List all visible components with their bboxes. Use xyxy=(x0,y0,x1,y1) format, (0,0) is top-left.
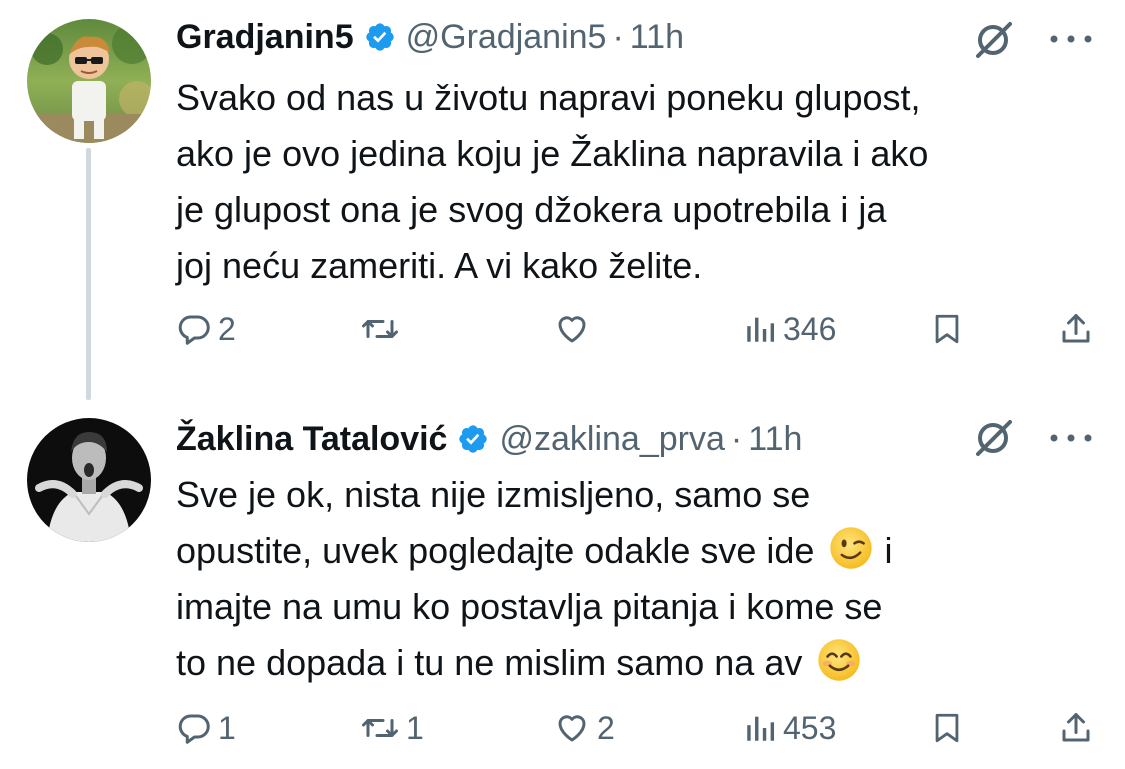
like-count: 2 xyxy=(597,709,615,746)
views-button[interactable]: 453 xyxy=(743,703,836,753)
bookmark-button[interactable] xyxy=(930,703,964,753)
verified-badge-icon xyxy=(365,23,394,51)
avatar-image xyxy=(27,418,151,542)
conversation-thread: Gradjanin5 @Gradjanin5 · 11h Svako od na… xyxy=(0,0,1125,769)
action-bar: 1 1 2 453 xyxy=(0,703,1125,753)
avatar-image xyxy=(27,19,151,143)
tweet-text: Sve je ok, nista nije izmisljeno, samo s… xyxy=(176,467,1096,691)
share-button[interactable] xyxy=(1058,703,1094,753)
avatar[interactable] xyxy=(27,418,151,542)
tweet-text-line: opustite, uvek pogledajte odakle sve ide… xyxy=(176,523,1096,579)
verified-badge-icon xyxy=(459,425,488,453)
repost-count: 1 xyxy=(406,709,424,746)
repost-button[interactable]: 1 xyxy=(360,703,424,753)
tweet-text-segment: opustite, uvek pogledajte odakle sve ide xyxy=(176,530,815,571)
author-handle[interactable]: @Gradjanin5 xyxy=(406,18,607,57)
tweet-text-line: joj neću zameriti. A vi kako želite. xyxy=(176,245,703,286)
tweet-text-line: je glupost ona je svog džokera upotrebil… xyxy=(176,189,887,230)
thread-connector xyxy=(86,148,91,400)
share-icon xyxy=(1062,314,1090,343)
smiling-face-emoji-icon xyxy=(818,639,861,681)
share-button[interactable] xyxy=(1058,304,1094,354)
separator-dot: · xyxy=(730,419,743,458)
reply-button[interactable]: 2 xyxy=(176,304,236,354)
views-icon xyxy=(747,317,775,342)
reply-icon xyxy=(178,714,210,744)
separator-dot: · xyxy=(612,17,624,56)
tweet-text-line: to ne dopada i tu ne mislim samo na av xyxy=(176,635,1096,691)
author-handle[interactable]: @zaklina_prva xyxy=(499,420,724,459)
bookmark-icon xyxy=(935,314,959,344)
action-bar: 2 346 xyxy=(0,304,1125,354)
more-icon[interactable] xyxy=(1047,431,1095,445)
like-icon xyxy=(558,316,586,343)
tweet-text-line: Svako od nas u životu napravi poneku glu… xyxy=(176,77,921,118)
share-icon xyxy=(1062,713,1090,742)
tweet-header: Gradjanin5 @Gradjanin5 · 11h xyxy=(176,14,684,60)
tweet-text-segment: to ne dopada i tu ne mislim samo na av xyxy=(176,642,803,683)
repost-button[interactable] xyxy=(360,304,406,354)
more-icon[interactable] xyxy=(1047,32,1095,46)
tweet-text-line: imajte na umu ko postavlja pitanja i kom… xyxy=(176,586,883,627)
repost-icon xyxy=(362,719,398,737)
reply-icon xyxy=(178,315,210,345)
like-icon xyxy=(558,715,586,742)
avatar[interactable] xyxy=(27,19,151,143)
tweet-text: Svako od nas u životu napravi poneku glu… xyxy=(176,70,1096,294)
like-button[interactable] xyxy=(553,304,597,354)
timestamp[interactable]: 11h xyxy=(748,420,802,459)
author-name[interactable]: Gradjanin5 xyxy=(176,18,354,57)
tweet-text-segment: i xyxy=(884,530,893,571)
views-icon xyxy=(747,716,775,741)
view-count: 346 xyxy=(783,310,837,347)
reply-button[interactable]: 1 xyxy=(176,703,236,753)
view-count: 453 xyxy=(783,709,837,746)
views-button[interactable]: 346 xyxy=(743,304,836,354)
timestamp[interactable]: 11h xyxy=(630,18,684,57)
tweet-header: Žaklina Tatalović @zaklina_prva · 11h xyxy=(176,416,802,462)
author-name[interactable]: Žaklina Tatalović xyxy=(176,420,447,459)
grok-icon[interactable] xyxy=(968,20,1018,60)
reply-count: 1 xyxy=(218,709,236,746)
repost-icon xyxy=(362,320,398,338)
grok-icon[interactable] xyxy=(968,418,1018,458)
tweet-text-line: ako je ovo jedina koju je Žaklina naprav… xyxy=(176,133,929,174)
bookmark-button[interactable] xyxy=(930,304,964,354)
reply-count: 2 xyxy=(218,310,236,347)
bookmark-icon xyxy=(935,713,959,743)
like-button[interactable]: 2 xyxy=(553,703,615,753)
winking-face-emoji-icon xyxy=(830,527,873,569)
tweet-text-line: Sve je ok, nista nije izmisljeno, samo s… xyxy=(176,474,811,515)
